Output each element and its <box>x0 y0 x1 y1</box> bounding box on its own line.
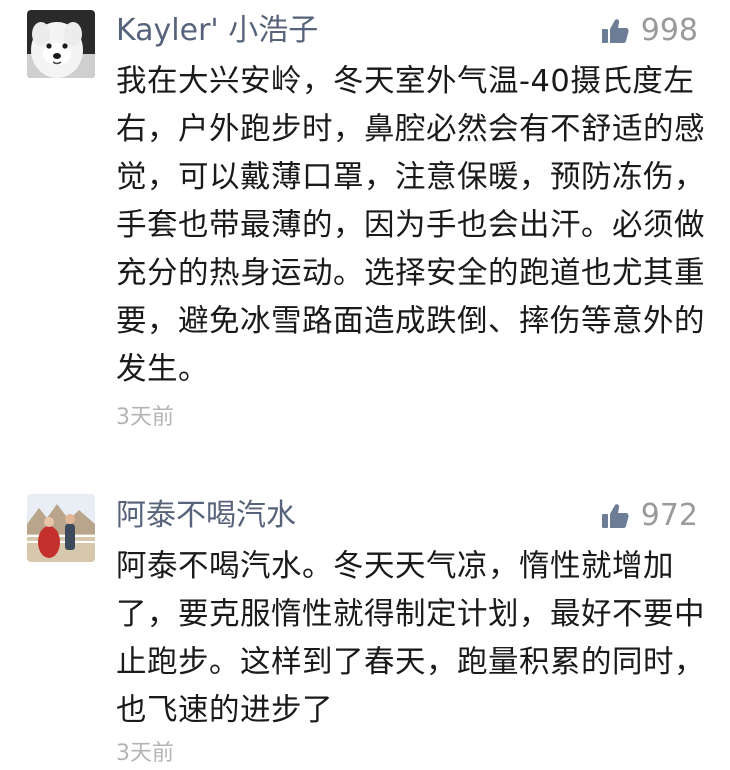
comment-time: 3天前 <box>116 405 174 430</box>
avatar[interactable] <box>27 494 95 562</box>
avatar[interactable] <box>27 10 95 78</box>
comment-item: Kayler' 小浩子 998 我在大兴安岭，冬天室外气温-40摄氏度左右，户外… <box>0 0 730 450</box>
comment-item: 阿泰不喝汽水 972 阿泰不喝汽水。冬天天气凉，惰性就增加了，要克服惰性就得制定… <box>0 480 730 770</box>
username[interactable]: 阿泰不喝汽水 <box>116 498 296 534</box>
comment-text: 阿泰不喝汽水。冬天天气凉，惰性就增加了，要克服惰性就得制定计划，最好不要中止跑步… <box>116 549 705 728</box>
like-button[interactable]: 998 <box>601 13 698 49</box>
thumbs-up-icon <box>601 19 629 43</box>
like-count: 998 <box>640 13 698 48</box>
outdoor-couple-avatar-icon <box>27 494 95 562</box>
like-count: 972 <box>640 498 698 533</box>
like-button[interactable]: 972 <box>601 498 698 534</box>
comment-text: 我在大兴安岭，冬天室外气温-40摄氏度左右，户外跑步时，鼻腔必然会有不舒适的感觉… <box>116 64 705 387</box>
white-dog-avatar-icon <box>27 10 95 78</box>
username[interactable]: Kayler' 小浩子 <box>116 13 318 49</box>
comment-time: 3天前 <box>116 741 174 766</box>
thumbs-up-icon <box>601 504 629 528</box>
